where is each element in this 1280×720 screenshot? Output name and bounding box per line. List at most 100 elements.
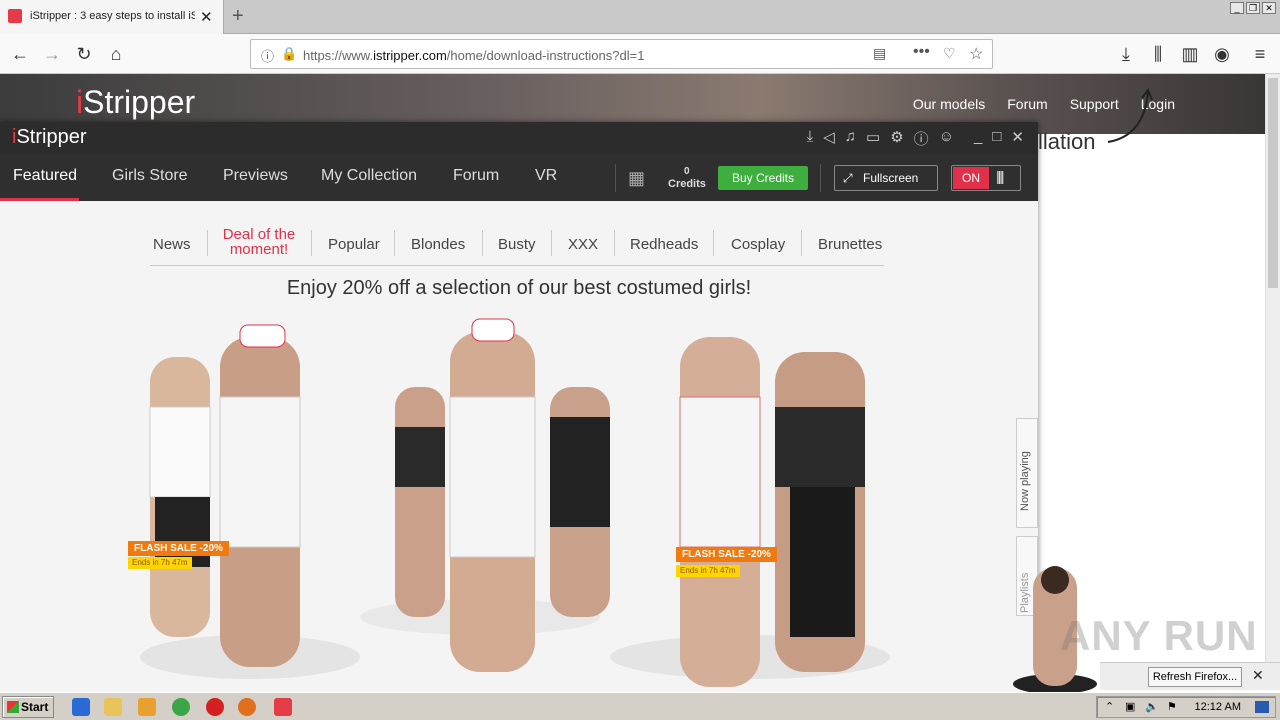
ends-in-badge: Ends in 7h 47m xyxy=(128,557,192,569)
subnav-brunettes[interactable]: Brunettes xyxy=(818,236,882,253)
nav-divider xyxy=(615,164,616,192)
ends-in-badge: Ends in 7h 47m xyxy=(676,565,740,577)
subnav-divider xyxy=(713,230,714,256)
fullscreen-label: Fullscreen xyxy=(863,171,919,185)
pocket-icon[interactable]: ♡ xyxy=(943,45,956,62)
menu-icon[interactable]: ≡ xyxy=(1248,42,1272,66)
istripper-app-window: iStripper ⤓ ◁ ♫ ▭ ⚙ ⓘ ☺ _ □ ✕ Featured G… xyxy=(0,122,1038,692)
explorer-icon[interactable] xyxy=(104,698,122,716)
toggle-on-label: ON xyxy=(953,167,989,189)
tray-expand-icon[interactable]: ⌃ xyxy=(1105,700,1114,713)
scrollbar-thumb[interactable] xyxy=(1268,78,1278,288)
screen-icon[interactable]: ▭ xyxy=(866,128,880,149)
account-icon[interactable]: ◉ xyxy=(1210,42,1234,66)
tab-title: iStripper : 3 easy steps to install iS xyxy=(30,10,195,22)
subnav-deal-of-the-moment[interactable]: Deal of the moment! xyxy=(214,227,304,257)
subnav-news[interactable]: News xyxy=(153,236,191,253)
close-window-icon[interactable]: ✕ xyxy=(1262,2,1276,14)
install-heading-fragment: llation xyxy=(1038,129,1096,154)
subnav-divider xyxy=(801,230,802,256)
sidebar-icon[interactable]: ▥ xyxy=(1178,42,1202,66)
browser-tab[interactable]: iStripper : 3 easy steps to install iS ✕ xyxy=(0,0,224,34)
close-icon[interactable]: ✕ xyxy=(1011,128,1024,149)
close-notification-icon[interactable]: ✕ xyxy=(1252,667,1264,684)
tab-forum[interactable]: Forum xyxy=(453,167,499,185)
downloads-icon[interactable]: ⤓ xyxy=(1114,42,1138,66)
back-icon[interactable]: ← xyxy=(8,42,32,66)
reader-view-icon[interactable]: ▤ xyxy=(873,45,886,62)
subnav-redheads[interactable]: Redheads xyxy=(630,236,698,253)
new-tab-icon[interactable]: + xyxy=(232,5,244,28)
windows-taskbar: Start ⌃ ▣ 🔈 ⚑ 12:12 AM xyxy=(0,692,1280,720)
subnav-divider xyxy=(614,230,615,256)
subnav-cosplay[interactable]: Cosplay xyxy=(731,236,785,253)
clock: 12:12 AM xyxy=(1194,701,1241,713)
url-bar[interactable]: ⓘ 🔒 https://www.istripper.com/home/downl… xyxy=(250,39,993,69)
active-tab-indicator xyxy=(0,198,79,201)
user-icon[interactable]: ☺ xyxy=(939,128,954,149)
minimize-icon[interactable]: _ xyxy=(974,128,982,149)
subnav-xxx[interactable]: XXX xyxy=(568,236,598,253)
subnav-blondes[interactable]: Blondes xyxy=(411,236,465,253)
bookmark-star-icon[interactable]: ☆ xyxy=(969,44,983,64)
opera-icon[interactable] xyxy=(206,698,224,716)
library-icon[interactable]: ⫼ xyxy=(1146,42,1170,66)
network-icon[interactable]: ▣ xyxy=(1125,700,1135,713)
music-icon[interactable]: ♫ xyxy=(845,128,856,149)
fullscreen-button[interactable]: ⤢ Fullscreen xyxy=(834,165,938,191)
tab-close-icon[interactable]: ✕ xyxy=(200,8,213,26)
buy-credits-button[interactable]: Buy Credits xyxy=(718,166,808,190)
restore-window-icon[interactable]: ❐ xyxy=(1246,2,1260,14)
maximize-icon[interactable]: □ xyxy=(992,128,1001,149)
show-desktop-icon[interactable] xyxy=(1255,701,1269,713)
site-nav-forum[interactable]: Forum xyxy=(1007,96,1047,112)
flag-icon[interactable]: ⚑ xyxy=(1167,700,1177,713)
refresh-firefox-button[interactable]: Refresh Firefox... xyxy=(1148,667,1242,687)
tab-girls-store[interactable]: Girls Store xyxy=(112,167,188,185)
page-scrollbar[interactable] xyxy=(1265,74,1280,690)
subnav-popular[interactable]: Popular xyxy=(328,236,380,253)
start-button[interactable]: Start xyxy=(2,696,54,718)
istripper-taskbar-icon[interactable] xyxy=(274,698,292,716)
page-actions-icon[interactable]: ••• xyxy=(913,43,930,61)
app-logo: iStripper xyxy=(12,126,87,148)
ie-icon[interactable] xyxy=(72,698,90,716)
home-icon[interactable]: ⌂ xyxy=(104,42,128,66)
credits-icon: ▦ xyxy=(628,168,646,188)
info-icon[interactable]: ⓘ xyxy=(914,128,929,149)
site-favicon-icon xyxy=(8,9,22,23)
site-logo[interactable]: iStripper xyxy=(76,84,195,121)
arrow-annotation-icon xyxy=(1107,87,1153,143)
media-player-icon[interactable] xyxy=(138,698,156,716)
category-subnav: News Deal of the moment! Popular Blondes… xyxy=(150,222,884,266)
site-nav-our-models[interactable]: Our models xyxy=(913,96,985,112)
now-playing-tab[interactable]: Now playing xyxy=(1016,418,1038,528)
promo-headline: Enjoy 20% off a selection of our best co… xyxy=(286,277,752,299)
credits-display[interactable]: ▦ 0 Credits xyxy=(628,164,712,192)
tab-previews[interactable]: Previews xyxy=(223,167,288,185)
app-main-nav: Featured Girls Store Previews My Collect… xyxy=(0,154,1038,201)
announce-icon[interactable]: ◁ xyxy=(823,128,835,149)
tab-featured[interactable]: Featured xyxy=(13,167,77,185)
settings-icon[interactable]: ⚙ xyxy=(890,128,903,149)
chrome-icon[interactable] xyxy=(172,698,190,716)
credits-label: Credits xyxy=(668,178,706,190)
window-controls: _ ❐ ✕ xyxy=(1230,2,1276,14)
subnav-divider xyxy=(207,230,208,256)
forward-icon[interactable]: → xyxy=(40,42,64,66)
minimize-window-icon[interactable]: _ xyxy=(1230,2,1244,14)
info-icon[interactable]: ⓘ xyxy=(261,46,274,65)
download-icon[interactable]: ⤓ xyxy=(807,128,814,149)
refresh-firefox-notification: Refresh Firefox... ✕ xyxy=(1100,662,1280,690)
subnav-divider xyxy=(551,230,552,256)
subnav-busty[interactable]: Busty xyxy=(498,236,536,253)
volume-icon[interactable]: 🔈 xyxy=(1145,700,1159,713)
reload-icon[interactable]: ↻ xyxy=(72,42,96,66)
promo-models-image[interactable] xyxy=(110,317,910,692)
firefox-icon[interactable] xyxy=(238,698,256,716)
tab-my-collection[interactable]: My Collection xyxy=(321,167,417,185)
subnav-divider xyxy=(482,230,483,256)
flash-sale-badge: FLASH SALE -20% xyxy=(128,541,229,556)
tab-vr[interactable]: VR xyxy=(535,167,557,185)
on-off-toggle[interactable]: ON |||| xyxy=(951,165,1021,191)
